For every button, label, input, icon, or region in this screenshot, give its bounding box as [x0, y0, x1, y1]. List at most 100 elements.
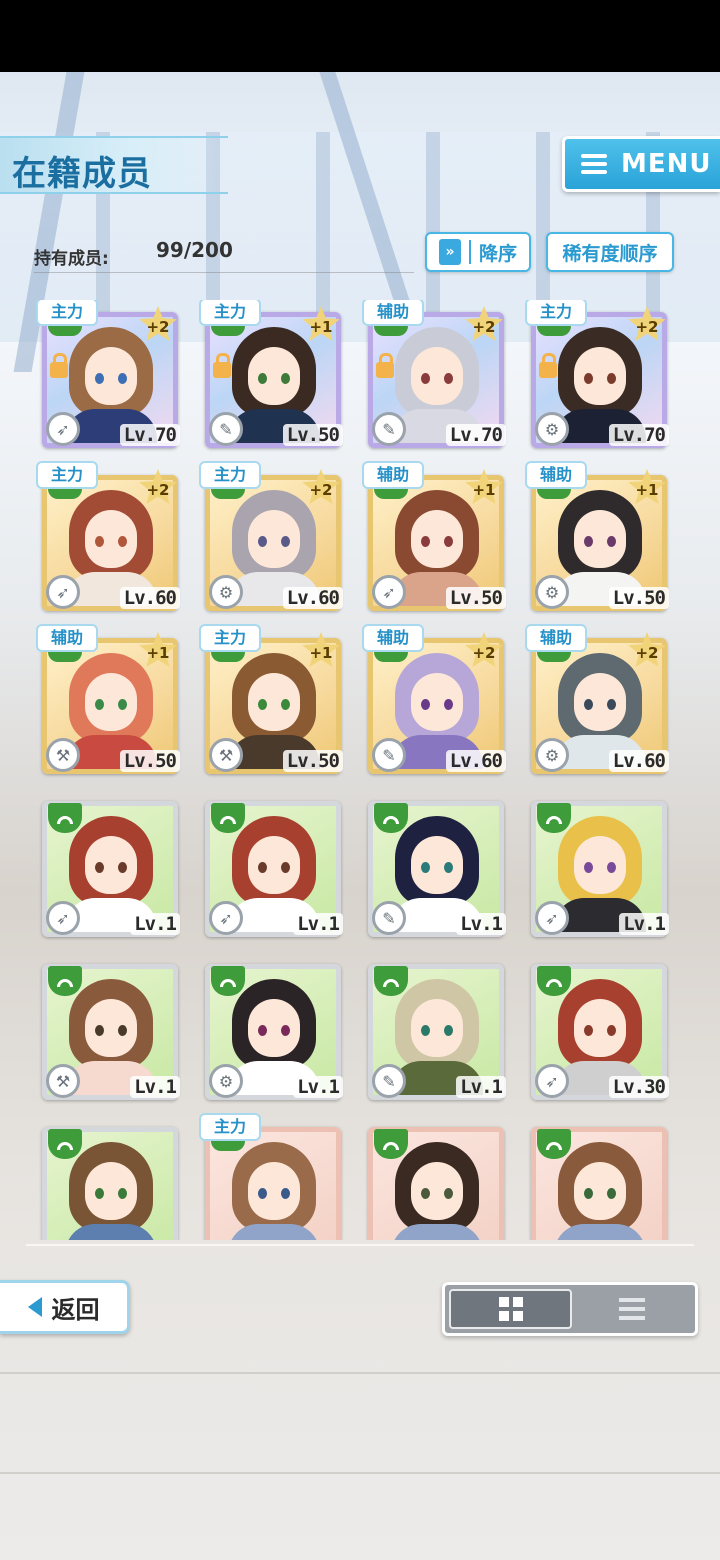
member-card[interactable] [519, 1115, 669, 1240]
bonus-label: +1 [309, 643, 333, 662]
member-card[interactable] [356, 1115, 506, 1240]
bonus-label: +2 [472, 317, 496, 336]
member-card[interactable]: 主力 +1 ⚒ Lv.50 [193, 624, 343, 784]
bonus-label: +1 [472, 480, 496, 499]
rocket-icon: ➶ [535, 901, 569, 935]
member-grid: 主力 +2 ➶ Lv.70 主力 +1 ✎ Lv.50 辅助 +2 ✎ Lv.70 主力 +2 ⚙ Lv.70… [30, 300, 690, 1240]
grid-view-icon [498, 1297, 523, 1321]
hamburger-icon [581, 154, 607, 174]
member-card[interactable]: 主力 +2 ⚙ Lv.60 [193, 461, 343, 621]
star-bonus-badge: +1 [627, 469, 667, 507]
member-card[interactable]: 辅助 +2 ✎ Lv.70 [356, 300, 506, 458]
level-label: Lv.50 [608, 587, 669, 609]
bonus-label: +2 [472, 643, 496, 662]
star-bonus-badge: +2 [627, 632, 667, 670]
level-label: Lv.1 [456, 913, 506, 935]
role-tag: 辅助 [36, 624, 98, 652]
role-tag: 辅助 [362, 300, 424, 326]
sort-order-label: 降序 [478, 242, 517, 265]
member-card[interactable]: 主力 [193, 1113, 343, 1240]
member-card[interactable]: 辅助 +1 ➶ Lv.50 [356, 461, 506, 621]
role-tag: 辅助 [362, 624, 424, 652]
level-label: Lv.1 [456, 1076, 506, 1098]
member-card[interactable]: 辅助 +1 ⚙ Lv.50 [519, 461, 669, 621]
level-label: Lv.1 [293, 913, 343, 935]
sort-order-button[interactable]: » 降序 [425, 232, 531, 272]
member-card[interactable]: 辅助 +2 ⚙ Lv.60 [519, 624, 669, 784]
shield-badge-icon [374, 803, 408, 833]
rocket-icon: ➶ [372, 575, 406, 609]
wrench-icon: ✎ [372, 1064, 406, 1098]
shield-badge-icon [48, 966, 82, 996]
gear-icon: ⚙ [535, 575, 569, 609]
background-floor-line [0, 1372, 720, 1374]
hammer-icon: ⚒ [209, 738, 243, 772]
rocket-icon: ➶ [46, 575, 80, 609]
member-card[interactable]: ⚒ Lv.1 [30, 952, 180, 1110]
page-title-banner: 在籍成员 [0, 136, 228, 194]
member-count-value: 99/200 [156, 238, 233, 262]
divider [34, 272, 414, 273]
level-label: Lv.60 [445, 750, 506, 772]
menu-label: MENU [621, 149, 712, 179]
menu-button[interactable]: MENU [562, 136, 720, 192]
member-card[interactable]: 主力 +1 ✎ Lv.50 [193, 300, 343, 458]
wrench-icon: ✎ [372, 412, 406, 446]
level-label: Lv.60 [608, 750, 669, 772]
member-card[interactable]: ➶ Lv.30 [519, 952, 669, 1110]
bonus-label: +1 [635, 480, 659, 499]
list-view-icon [618, 1298, 645, 1320]
sort-rarity-button[interactable]: 稀有度顺序 [546, 232, 674, 272]
star-bonus-badge: +2 [138, 469, 178, 507]
star-bonus-badge: +2 [138, 306, 178, 344]
level-label: Lv.50 [282, 424, 343, 446]
member-count-label: 持有成员: [34, 249, 109, 269]
level-label: Lv.60 [119, 587, 180, 609]
bonus-label: +2 [309, 480, 333, 499]
view-toggle [442, 1282, 698, 1336]
member-card[interactable]: ✎ Lv.1 [356, 789, 506, 947]
member-card[interactable] [30, 1115, 180, 1240]
level-label: Lv.70 [119, 424, 180, 446]
divider [468, 240, 471, 264]
bonus-label: +2 [146, 480, 170, 499]
member-card[interactable]: 主力 +2 ⚙ Lv.70 [519, 300, 669, 458]
shield-badge-icon [211, 966, 245, 996]
shield-badge-icon [374, 966, 408, 996]
grid-view-button[interactable] [449, 1289, 572, 1329]
rocket-icon: ➶ [46, 901, 80, 935]
shield-badge-icon [374, 1129, 408, 1159]
role-tag: 主力 [199, 300, 261, 326]
background-floor-line [0, 1472, 720, 1474]
chevron-double-down-icon: » [438, 239, 461, 265]
member-card[interactable]: 辅助 +2 ✎ Lv.60 [356, 624, 506, 784]
level-label: Lv.50 [282, 750, 343, 772]
level-label: Lv.1 [130, 913, 180, 935]
bonus-label: +2 [146, 317, 170, 336]
role-tag: 主力 [199, 1113, 261, 1141]
star-bonus-badge: +1 [301, 632, 341, 670]
sort-rarity-label: 稀有度顺序 [562, 242, 658, 265]
star-bonus-badge: +1 [464, 469, 504, 507]
member-card[interactable]: 辅助 +1 ⚒ Lv.50 [30, 624, 180, 784]
list-view-button[interactable] [572, 1289, 691, 1329]
role-tag: 主力 [525, 300, 587, 326]
member-card[interactable]: ➶ Lv.1 [30, 789, 180, 947]
member-card[interactable]: 主力 +2 ➶ Lv.70 [30, 300, 180, 458]
member-card[interactable]: 主力 +2 ➶ Lv.60 [30, 461, 180, 621]
level-label: Lv.30 [608, 1076, 669, 1098]
shield-badge-icon [48, 803, 82, 833]
member-card[interactable]: ✎ Lv.1 [356, 952, 506, 1110]
back-button[interactable]: 返回 [0, 1280, 130, 1334]
member-card[interactable]: ⚙ Lv.1 [193, 952, 343, 1110]
star-bonus-badge: +1 [138, 632, 178, 670]
lock-icon [539, 353, 557, 378]
role-tag: 主力 [36, 461, 98, 489]
gear-icon: ⚙ [209, 575, 243, 609]
page-title: 在籍成员 [12, 154, 152, 194]
role-tag: 主力 [36, 300, 98, 326]
member-card[interactable]: ➶ Lv.1 [519, 789, 669, 947]
member-card[interactable]: ➶ Lv.1 [193, 789, 343, 947]
bonus-label: +2 [635, 643, 659, 662]
level-label: Lv.1 [619, 913, 669, 935]
